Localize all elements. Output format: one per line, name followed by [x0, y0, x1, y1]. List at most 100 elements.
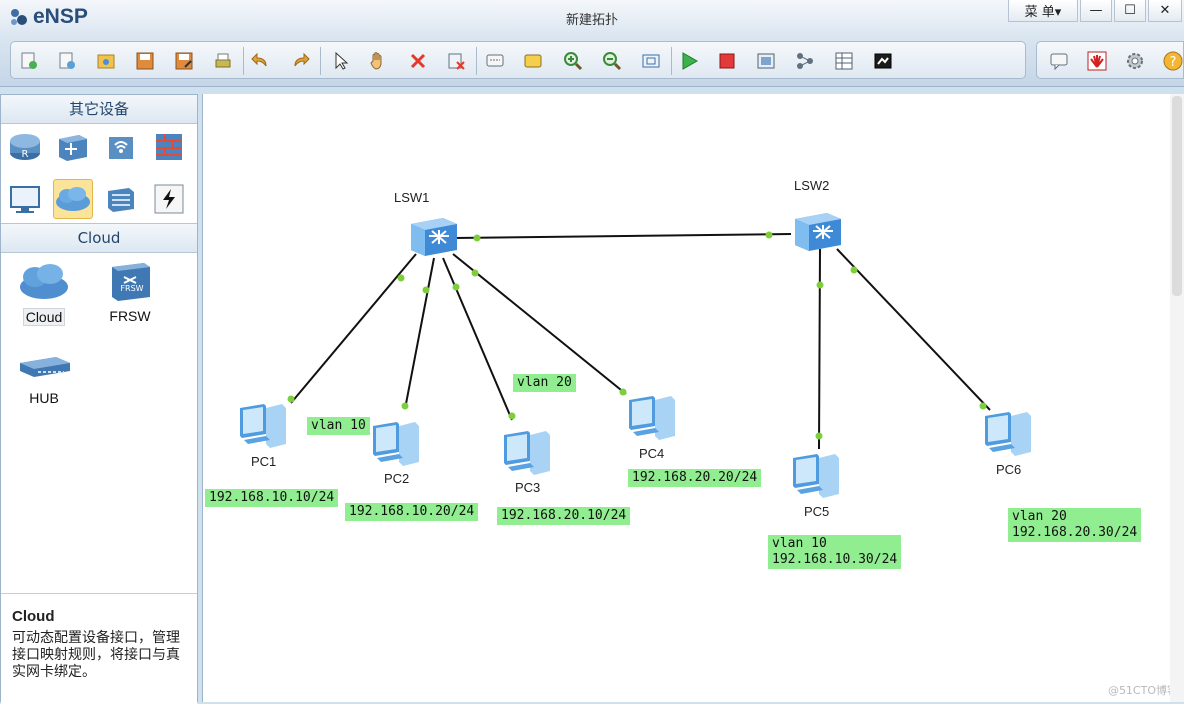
link-lsw1-pc1[interactable] [290, 253, 417, 404]
zoom-in-icon[interactable] [563, 51, 583, 71]
pc6-icon[interactable] [981, 408, 1037, 458]
link-lsw1-pc2[interactable] [404, 257, 435, 410]
link-lsw1-pc4[interactable] [452, 253, 627, 395]
link-category[interactable] [149, 179, 189, 219]
redo-icon[interactable] [290, 51, 310, 71]
lsw1-label: LSW1 [394, 190, 430, 205]
link-icon [154, 184, 184, 214]
pc-icon [10, 186, 40, 213]
pc-category[interactable] [5, 179, 45, 219]
main-toolbar-group [10, 41, 1026, 79]
switch-icon [59, 135, 87, 161]
stop-device-icon[interactable] [717, 51, 737, 71]
undo-icon[interactable] [251, 51, 271, 71]
text-note-icon[interactable] [485, 51, 505, 71]
save-icon[interactable] [135, 51, 155, 71]
note-pc3-vlan[interactable]: vlan 20 [513, 374, 576, 392]
save-as-icon[interactable] [174, 51, 194, 71]
port-dot [508, 412, 516, 420]
toolbar: ? [0, 34, 1184, 87]
port-dot [765, 231, 773, 239]
description-title: Cloud [12, 608, 55, 625]
router-category[interactable]: R [5, 127, 45, 167]
switch-category[interactable] [53, 127, 93, 167]
close-button[interactable]: ✕ [1148, 0, 1182, 22]
link-lsw2-pc5[interactable] [818, 248, 821, 450]
huawei-icon[interactable] [1087, 51, 1107, 71]
pc6-label: PC6 [996, 462, 1022, 477]
grid-icon[interactable] [834, 51, 854, 71]
cloud-category[interactable] [53, 179, 93, 219]
delete-icon[interactable] [408, 51, 428, 71]
screenshot-icon[interactable] [873, 51, 893, 71]
section-title: Cloud [1, 223, 197, 253]
link-lsw2-pc6[interactable] [836, 248, 991, 411]
note-pc5[interactable]: vlan 10 192.168.10.30/24 [768, 535, 902, 569]
device-frsw[interactable]: FRSW FRSW [95, 259, 165, 324]
port-dot [471, 269, 479, 277]
note-pc6[interactable]: vlan 20 192.168.20.30/24 [1008, 508, 1142, 542]
category-header: 其它设备 [1, 95, 197, 124]
cloud-icon [56, 187, 90, 211]
pc1-icon[interactable] [236, 400, 292, 450]
fit-screen-icon[interactable] [641, 51, 661, 71]
settings-icon[interactable] [1125, 51, 1145, 71]
help-icon[interactable]: ? [1163, 51, 1183, 71]
port-dot [815, 432, 823, 440]
device-sidebar: 其它设备 R Cloud Cloud FRSW FRSW HUB Cloud 可… [0, 94, 198, 704]
pc4-icon[interactable] [625, 392, 681, 442]
lsw2-switch-icon[interactable] [793, 209, 843, 255]
new-example-icon[interactable] [57, 51, 77, 71]
pc5-icon[interactable] [789, 450, 845, 500]
other-device-icon [108, 188, 134, 212]
port-dot [401, 402, 409, 410]
wireless-icon [109, 137, 133, 159]
firewall-category[interactable] [149, 127, 189, 167]
lsw1-switch-icon[interactable] [409, 214, 459, 260]
watermark: @51CTO博客 [1107, 684, 1178, 697]
pan-hand-icon[interactable] [368, 51, 388, 71]
print-icon[interactable] [213, 51, 233, 71]
minimize-button[interactable]: — [1080, 0, 1112, 22]
topology-icon[interactable] [795, 51, 815, 71]
port-dot [452, 283, 460, 291]
port-dot [473, 234, 481, 242]
topology-canvas[interactable]: LSW1 LSW2 PC1 PC2 PC3 PC4 PC5 PC6 vlan 1… [202, 94, 1184, 702]
device-hub[interactable]: HUB [9, 345, 79, 406]
maximize-button[interactable]: ☐ [1114, 0, 1146, 22]
pc5-label: PC5 [804, 504, 830, 519]
wireless-category[interactable] [101, 127, 141, 167]
svg-text:FRSW: FRSW [120, 284, 143, 293]
link-lsw1-lsw2[interactable] [454, 233, 792, 239]
cloud-device-icon [20, 264, 68, 299]
device-description: Cloud 可动态配置设备接口，管理接口映射规则，将接口与真实网卡绑定。 [1, 593, 197, 704]
start-device-icon[interactable] [679, 51, 699, 71]
delete-link-icon[interactable] [446, 51, 466, 71]
scrollbar-thumb[interactable] [1172, 96, 1182, 296]
note-pc4-ip[interactable]: 192.168.20.20/24 [628, 469, 762, 487]
menu-button[interactable]: 菜 单▾ [1008, 0, 1078, 22]
zoom-out-icon[interactable] [602, 51, 622, 71]
capture-icon[interactable] [756, 51, 776, 71]
select-pointer-icon[interactable] [331, 51, 351, 71]
note-pc3-ip[interactable]: 192.168.20.10/24 [497, 507, 631, 525]
svg-text:?: ? [1170, 55, 1177, 70]
device-cloud[interactable]: Cloud [9, 259, 79, 326]
open-icon[interactable] [96, 51, 116, 71]
pc3-icon[interactable] [500, 427, 556, 477]
palette-icon[interactable] [523, 51, 543, 71]
note-pc1-vlan[interactable]: vlan 10 [307, 417, 370, 435]
hub-device-icon [20, 357, 70, 377]
port-dot [422, 286, 430, 294]
secondary-toolbar-group: ? [1036, 41, 1184, 79]
feedback-icon[interactable] [1049, 51, 1069, 71]
link-lsw1-pc3[interactable] [442, 257, 513, 421]
new-topology-icon[interactable] [19, 51, 39, 71]
other-device-category[interactable] [101, 179, 141, 219]
note-pc1-ip[interactable]: 192.168.10.10/24 [205, 489, 339, 507]
window-title: 新建拓扑 [565, 13, 618, 28]
pc2-icon[interactable] [369, 418, 425, 468]
pc1-label: PC1 [251, 454, 277, 469]
router-icon: R [10, 134, 40, 160]
note-pc2-ip[interactable]: 192.168.10.20/24 [345, 503, 479, 521]
